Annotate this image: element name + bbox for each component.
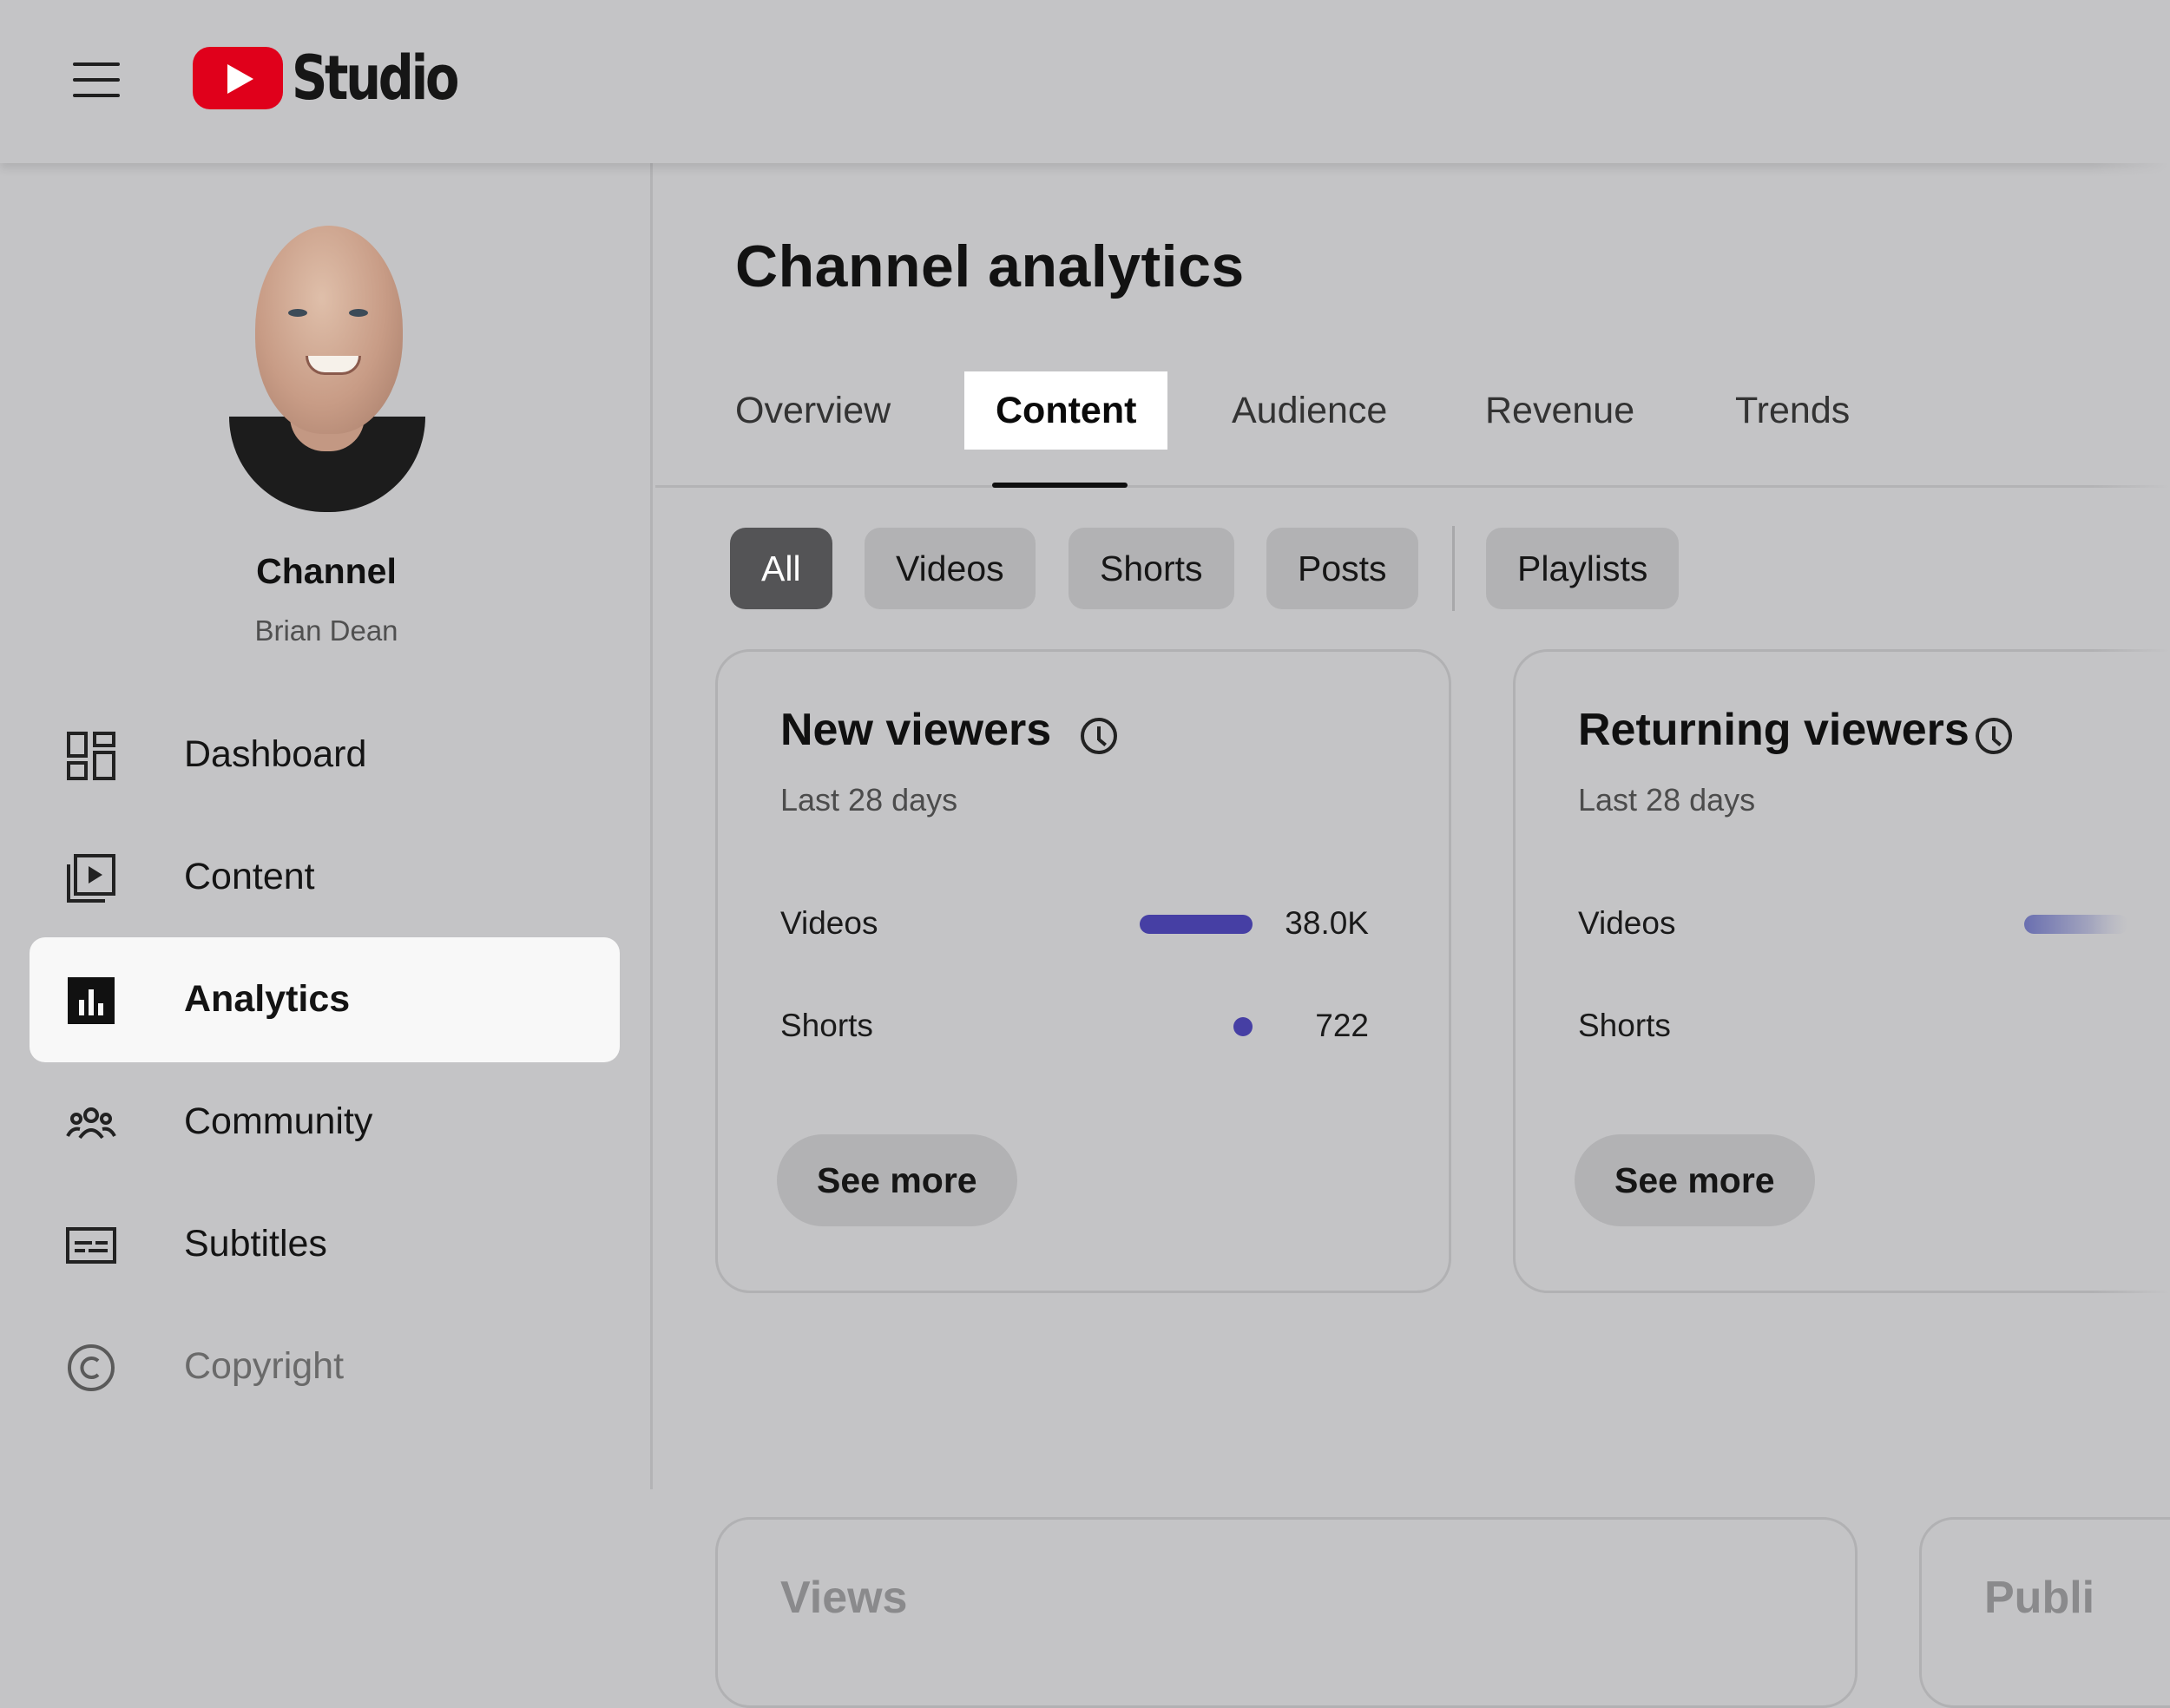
new-viewers-card: New viewers Last 28 days Videos 38.0K Sh… — [715, 649, 1451, 1293]
active-tab-indicator — [992, 483, 1128, 488]
sidebar: Channel Brian Dean Dashboard Content Ana… — [0, 163, 653, 1489]
card-title: Views — [780, 1573, 908, 1623]
clock-icon[interactable] — [1081, 718, 1117, 754]
published-card: Publi — [1919, 1517, 2170, 1708]
chip-posts[interactable]: Posts — [1266, 528, 1418, 609]
card-title: Returning viewers — [1578, 705, 1969, 755]
sidebar-item-subtitles[interactable]: Subtitles — [30, 1182, 620, 1307]
tab-revenue[interactable]: Revenue — [1454, 371, 1666, 450]
page-title: Channel analytics — [735, 233, 1245, 299]
clock-icon[interactable] — [1976, 718, 2012, 754]
tab-audience[interactable]: Audience — [1200, 371, 1418, 450]
sidebar-item-label: Copyright — [184, 1345, 345, 1387]
channel-name: Brian Dean — [254, 614, 398, 647]
channel-title: Channel — [256, 551, 397, 591]
sidebar-item-copyright[interactable]: Copyright — [30, 1304, 620, 1429]
card-subtitle: Last 28 days — [1578, 782, 1756, 818]
sidebar-item-label: Content — [184, 856, 315, 897]
chip-videos[interactable]: Videos — [865, 528, 1036, 609]
chip-shorts[interactable]: Shorts — [1069, 528, 1234, 609]
dashboard-icon — [67, 732, 115, 780]
sidebar-item-community[interactable]: Community — [30, 1060, 620, 1185]
sidebar-item-label: Dashboard — [184, 733, 367, 775]
sidebar-item-dashboard[interactable]: Dashboard — [30, 693, 620, 818]
card-title: New viewers — [780, 705, 1052, 755]
row-label-videos: Videos — [1578, 905, 1676, 941]
videos-bar — [2024, 915, 2128, 934]
card-subtitle: Last 28 days — [780, 782, 958, 818]
videos-bar — [1140, 915, 1253, 934]
views-card: Views — [715, 1517, 1858, 1708]
content-icon — [67, 854, 115, 903]
row-label-videos: Videos — [780, 905, 878, 941]
chip-all[interactable]: All — [730, 528, 832, 609]
see-more-button[interactable]: See more — [777, 1134, 1017, 1226]
chip-playlists[interactable]: Playlists — [1486, 528, 1680, 609]
studio-logo[interactable]: Studio — [193, 43, 493, 114]
row-value-shorts: 722 — [1315, 1008, 1369, 1043]
row-value-videos: 38.0K — [1285, 905, 1369, 941]
sidebar-item-label: Community — [184, 1100, 373, 1142]
logo-text: Studio — [292, 43, 459, 114]
avatar-head — [255, 226, 403, 434]
shorts-bar — [1233, 1017, 1253, 1036]
see-more-button[interactable]: See more — [1575, 1134, 1815, 1226]
community-icon — [66, 1107, 116, 1140]
card-title: Publi — [1984, 1573, 2095, 1623]
chip-divider — [1452, 526, 1455, 611]
sidebar-item-analytics[interactable]: Analytics — [30, 937, 620, 1062]
tab-overview[interactable]: Overview — [704, 371, 922, 450]
row-label-shorts: Shorts — [1578, 1008, 1671, 1043]
analytics-icon — [68, 977, 115, 1024]
tab-bar: Overview Content Audience Revenue Trends — [655, 371, 2170, 488]
top-bar: Studio — [0, 0, 2170, 163]
hamburger-icon[interactable] — [68, 59, 125, 102]
row-label-shorts: Shorts — [780, 1008, 873, 1043]
sidebar-item-label: Analytics — [184, 978, 351, 1020]
tab-content[interactable]: Content — [964, 371, 1168, 450]
sidebar-item-label: Subtitles — [184, 1223, 327, 1265]
youtube-play-icon — [193, 47, 283, 109]
tab-trends[interactable]: Trends — [1704, 371, 1881, 450]
avatar[interactable] — [229, 226, 425, 512]
sidebar-item-content[interactable]: Content — [30, 815, 620, 940]
main-content: Channel analytics Overview Content Audie… — [655, 163, 2170, 1708]
subtitles-icon — [66, 1227, 116, 1264]
copyright-icon — [68, 1344, 115, 1391]
returning-viewers-card: Returning viewers Last 28 days Videos Sh… — [1513, 649, 2170, 1293]
